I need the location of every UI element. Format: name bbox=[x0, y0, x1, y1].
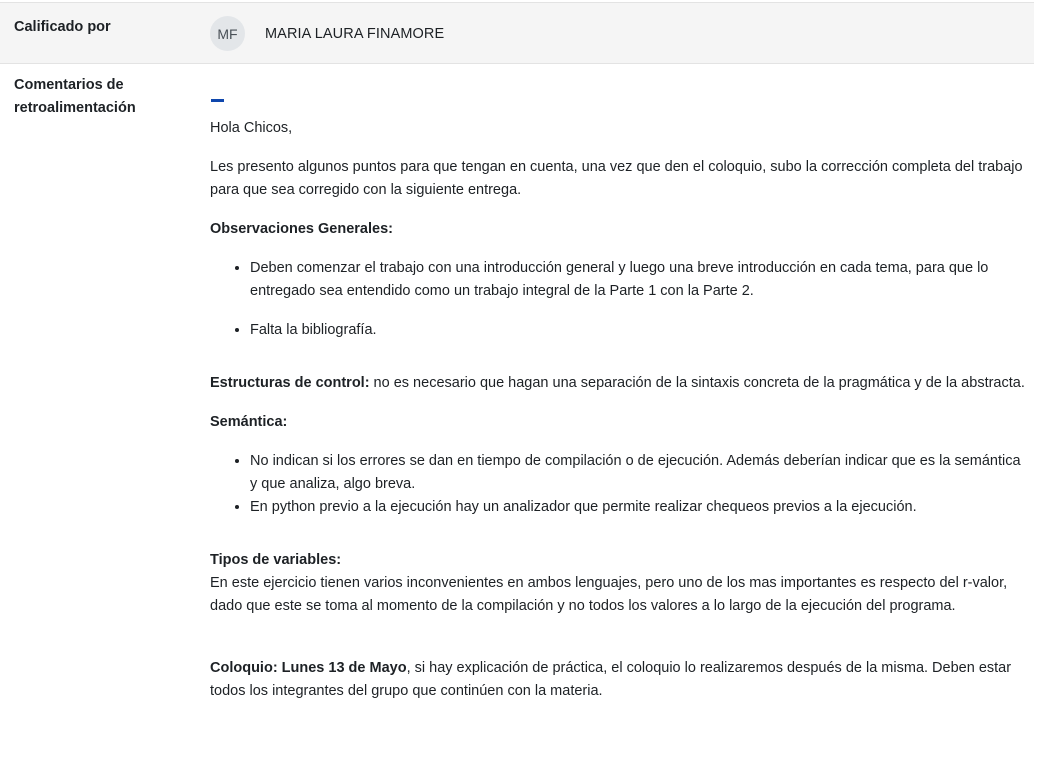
graded-by-label: Calificado por bbox=[14, 19, 111, 35]
variable-types-heading: Tipos de variables: bbox=[210, 552, 342, 568]
list-item: Deben comenzar el trabajo con una introd… bbox=[250, 257, 1026, 303]
variable-types-text: En este ejercicio tienen varios inconven… bbox=[210, 575, 1008, 614]
general-observations-list: Deben comenzar el trabajo con una introd… bbox=[210, 257, 1026, 342]
general-observations-heading: Observaciones Generales: bbox=[210, 221, 393, 237]
feedback-comments: Hola Chicos, Les presento algunos puntos… bbox=[210, 99, 1026, 719]
accent-bar bbox=[211, 99, 224, 102]
feedback-row: Comentarios de retroalimentación Hola Ch… bbox=[0, 63, 1034, 762]
control-structures-text: no es necesario que hagan una separación… bbox=[369, 375, 1025, 391]
feedback-intro: Les presento algunos puntos para que ten… bbox=[210, 159, 1023, 198]
semantics-list: No indican si los errores se dan en tiem… bbox=[210, 450, 1026, 519]
grader-name: MARIA LAURA FINAMORE bbox=[265, 25, 445, 42]
list-item: En python previo a la ejecución hay un a… bbox=[250, 496, 1026, 519]
grader-info: MF MARIA LAURA FINAMORE bbox=[210, 16, 444, 51]
variable-types-paragraph: Tipos de variables: bbox=[210, 549, 1026, 572]
grader-avatar: MF bbox=[210, 16, 245, 51]
feedback-label: Comentarios de retroalimentación bbox=[14, 77, 136, 116]
feedback-greeting: Hola Chicos, bbox=[210, 120, 293, 136]
control-structures-heading: Estructuras de control: bbox=[210, 375, 370, 391]
list-item: No indican si los errores se dan en tiem… bbox=[250, 450, 1026, 496]
colloquium-heading: Coloquio: Lunes 13 de Mayo bbox=[210, 660, 407, 676]
semantics-heading: Semántica: bbox=[210, 414, 288, 430]
colloquium-paragraph: Coloquio: Lunes 13 de Mayo, si hay expli… bbox=[210, 657, 1026, 703]
list-item: Falta la bibliografía. bbox=[250, 319, 1026, 342]
graded-by-row: Calificado por MF MARIA LAURA FINAMORE bbox=[0, 2, 1034, 64]
control-structures-paragraph: Estructuras de control: no es necesario … bbox=[210, 372, 1026, 395]
